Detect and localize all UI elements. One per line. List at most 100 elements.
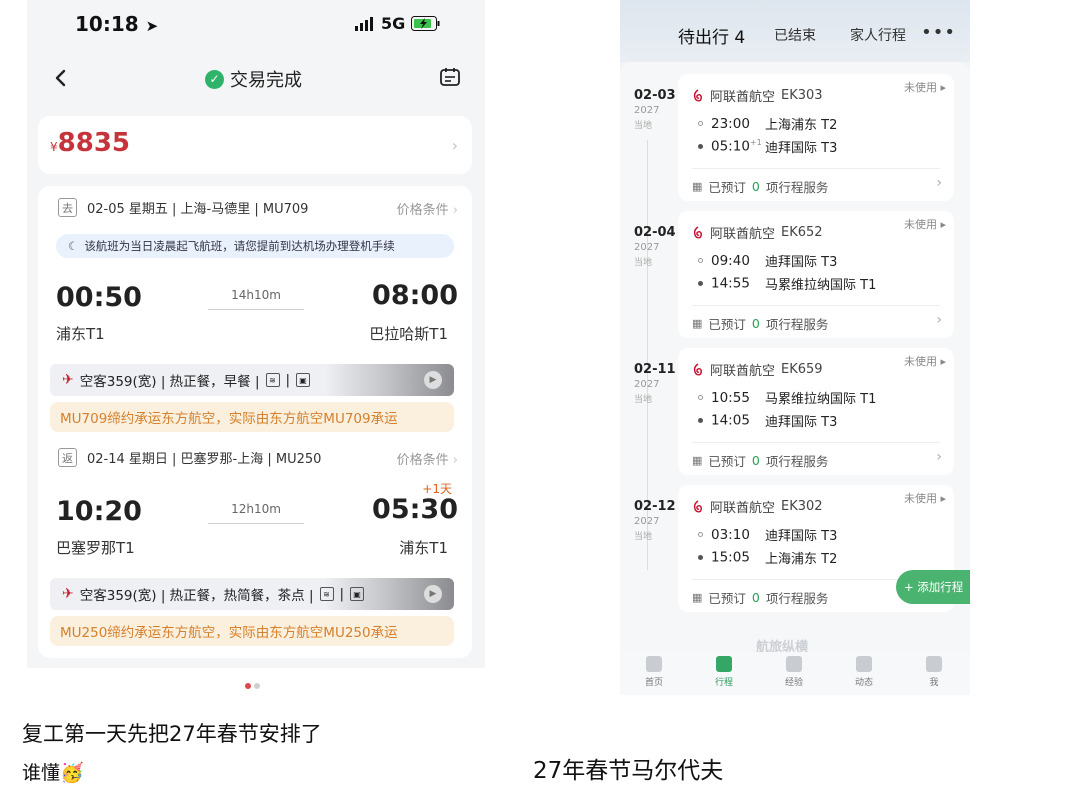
tabbar-experience[interactable]: 经验	[774, 656, 814, 688]
more-icon[interactable]: •••	[921, 22, 956, 43]
trip-card[interactable]: 阿联酋航空 EK659 未使用 ▸ 10:55 马累维拉纳国际 T1 14:05…	[678, 348, 954, 475]
signal-icon	[355, 16, 373, 31]
cloud-icon	[786, 656, 802, 672]
check-circle-icon: ✓	[205, 69, 224, 89]
trip-airline: 阿联酋航空 EK659	[692, 360, 823, 379]
trip-date: 02-03	[634, 88, 676, 103]
trip-airline: 阿联酋航空 EK652	[692, 223, 823, 242]
outbound-dep-terminal: 浦东T1	[56, 325, 105, 343]
caption-left-line1: 复工第一天先把27年春节安排了	[22, 722, 322, 746]
tabbar-me[interactable]: 我	[914, 656, 954, 688]
trip-local-label: 当地	[634, 532, 653, 542]
screen-icon: ▣	[296, 373, 311, 387]
trip-departure: 23:00 上海浦东 T2	[698, 114, 837, 133]
trip-year: 2027	[634, 516, 660, 527]
total-price: ¥8835	[50, 128, 131, 158]
carousel-dot-active[interactable]	[245, 683, 251, 689]
trip-date: 02-11	[634, 362, 676, 377]
trip-date: 02-04	[634, 225, 676, 240]
trips-header: 待出行 4 已结束 家人行程 •••	[620, 0, 970, 62]
trip-status: 未使用 ▸	[903, 492, 946, 505]
tabbar-trips[interactable]: 行程	[704, 656, 744, 688]
caption-right: 27年春节马尔代夫	[533, 758, 724, 784]
play-icon[interactable]: ▶	[424, 371, 442, 389]
trip-arrival: 14:55 马累维拉纳国际 T1	[698, 274, 876, 293]
home-icon	[646, 656, 662, 672]
add-trip-button[interactable]: + 添加行程	[896, 570, 970, 604]
trip-date: 02-12	[634, 499, 676, 514]
tabbar-feed[interactable]: 动态	[844, 656, 884, 688]
arrival-dot-icon	[698, 418, 703, 423]
return-codeshare-note: MU250缔约承运东方航空，实际由东方航空MU250承运	[50, 616, 454, 646]
trip-arrival: 15:05 上海浦东 T2	[698, 548, 837, 567]
trip-status: 未使用 ▸	[903, 81, 946, 94]
chevron-right-icon: ›	[936, 449, 942, 465]
trip-year: 2027	[634, 379, 660, 390]
trip-services[interactable]: ▦ 已预订 0 项行程服务	[692, 314, 828, 333]
tabbar-home[interactable]: 首页	[634, 656, 674, 688]
moon-icon: ☾	[68, 239, 79, 253]
tab-family-trips[interactable]: 家人行程	[850, 25, 906, 45]
return-tag: 返	[58, 448, 77, 467]
wifi-icon: ≋	[319, 587, 334, 601]
outbound-tag: 去	[58, 198, 77, 217]
suitcase-icon	[716, 656, 732, 672]
china-eastern-logo-icon: ✈	[62, 372, 74, 388]
grid-icon: ▦	[692, 591, 703, 604]
chevron-right-icon: ›	[936, 175, 942, 191]
return-arr-terminal: 浦东T1	[399, 539, 448, 557]
status-time: 10:18 ➤	[75, 12, 159, 36]
trip-departure: 03:10 迪拜国际 T3	[698, 525, 837, 544]
trip-card[interactable]: 阿联酋航空 EK652 未使用 ▸ 09:40 迪拜国际 T3 14:55 马累…	[678, 211, 954, 338]
trip-card[interactable]: 阿联酋航空 EK303 未使用 ▸ 23:00 上海浦东 T2 05:10+1 …	[678, 74, 954, 201]
grid-icon: ▦	[692, 454, 703, 467]
trip-local-label: 当地	[634, 395, 653, 405]
price-card[interactable]: ¥8835 ›	[38, 116, 472, 174]
plane-icon	[856, 656, 872, 672]
emirates-logo-icon	[693, 225, 702, 238]
trip-arrival: 05:10+1 迪拜国际 T3	[698, 137, 837, 156]
tab-upcoming[interactable]: 待出行 4	[678, 23, 745, 48]
outbound-summary: 02-05 星期五 | 上海-马德里 | MU709	[87, 202, 309, 217]
outbound-duration-line	[208, 309, 304, 310]
wifi-icon: ≋	[265, 373, 280, 387]
chevron-right-icon: ›	[936, 312, 942, 328]
screen-icon: ▣	[350, 587, 365, 601]
trip-services[interactable]: ▦ 已预订 0 项行程服务	[692, 588, 828, 607]
return-header: 返 02-14 星期日 | 巴塞罗那-上海 | MU250	[58, 448, 321, 467]
trip-year: 2027	[634, 105, 660, 116]
return-aircraft-info[interactable]: ✈ 空客359(宽) | 热正餐，热简餐，茶点 | ≋ | ▣ ▶	[50, 578, 454, 610]
tab-finished[interactable]: 已结束	[774, 25, 816, 45]
trip-departure: 09:40 迪拜国际 T3	[698, 251, 837, 270]
return-duration: 12h10m	[231, 502, 281, 516]
return-summary: 02-14 星期日 | 巴塞罗那-上海 | MU250	[87, 452, 322, 467]
trip-services[interactable]: ▦ 已预订 0 项行程服务	[692, 451, 828, 470]
emirates-logo-icon	[693, 362, 702, 375]
outbound-price-condition[interactable]: 价格条件 ›	[397, 199, 458, 218]
carousel-dot[interactable]	[254, 683, 260, 689]
arrival-dot-icon	[698, 555, 703, 560]
calendar-icon[interactable]	[439, 66, 461, 88]
bottom-tab-bar: 首页 行程 经验 动态 我	[620, 652, 970, 695]
outbound-duration: 14h10m	[231, 288, 281, 302]
back-arrow-icon[interactable]	[47, 64, 75, 92]
trip-divider	[692, 442, 940, 443]
overnight-notice: ☾ 该航班为当日凌晨起飞航班，请您提前到达机场办理登机手续	[56, 234, 454, 258]
trip-airline: 阿联酋航空 EK302	[692, 497, 823, 516]
return-dep-time: 10:20	[56, 496, 142, 527]
departure-dot-icon	[698, 258, 703, 263]
outbound-aircraft-info[interactable]: ✈ 空客359(宽) | 热正餐，早餐 | ≋ | ▣ ▶	[50, 364, 454, 396]
play-icon[interactable]: ▶	[424, 585, 442, 603]
return-dep-terminal: 巴塞罗那T1	[56, 539, 135, 557]
user-icon	[926, 656, 942, 672]
return-arr-time: 05:30	[372, 494, 458, 525]
emirates-logo-icon	[693, 88, 702, 101]
return-price-condition[interactable]: 价格条件 ›	[397, 449, 458, 468]
trip-services[interactable]: ▦ 已预订 0 项行程服务	[692, 177, 828, 196]
outbound-header: 去 02-05 星期五 | 上海-马德里 | MU709	[58, 198, 308, 217]
chevron-right-icon: ›	[451, 136, 458, 155]
trip-arrival: 14:05 迪拜国际 T3	[698, 411, 837, 430]
outbound-arr-time: 08:00	[372, 280, 458, 311]
trip-departure: 10:55 马累维拉纳国际 T1	[698, 388, 876, 407]
trip-status: 未使用 ▸	[903, 355, 946, 368]
